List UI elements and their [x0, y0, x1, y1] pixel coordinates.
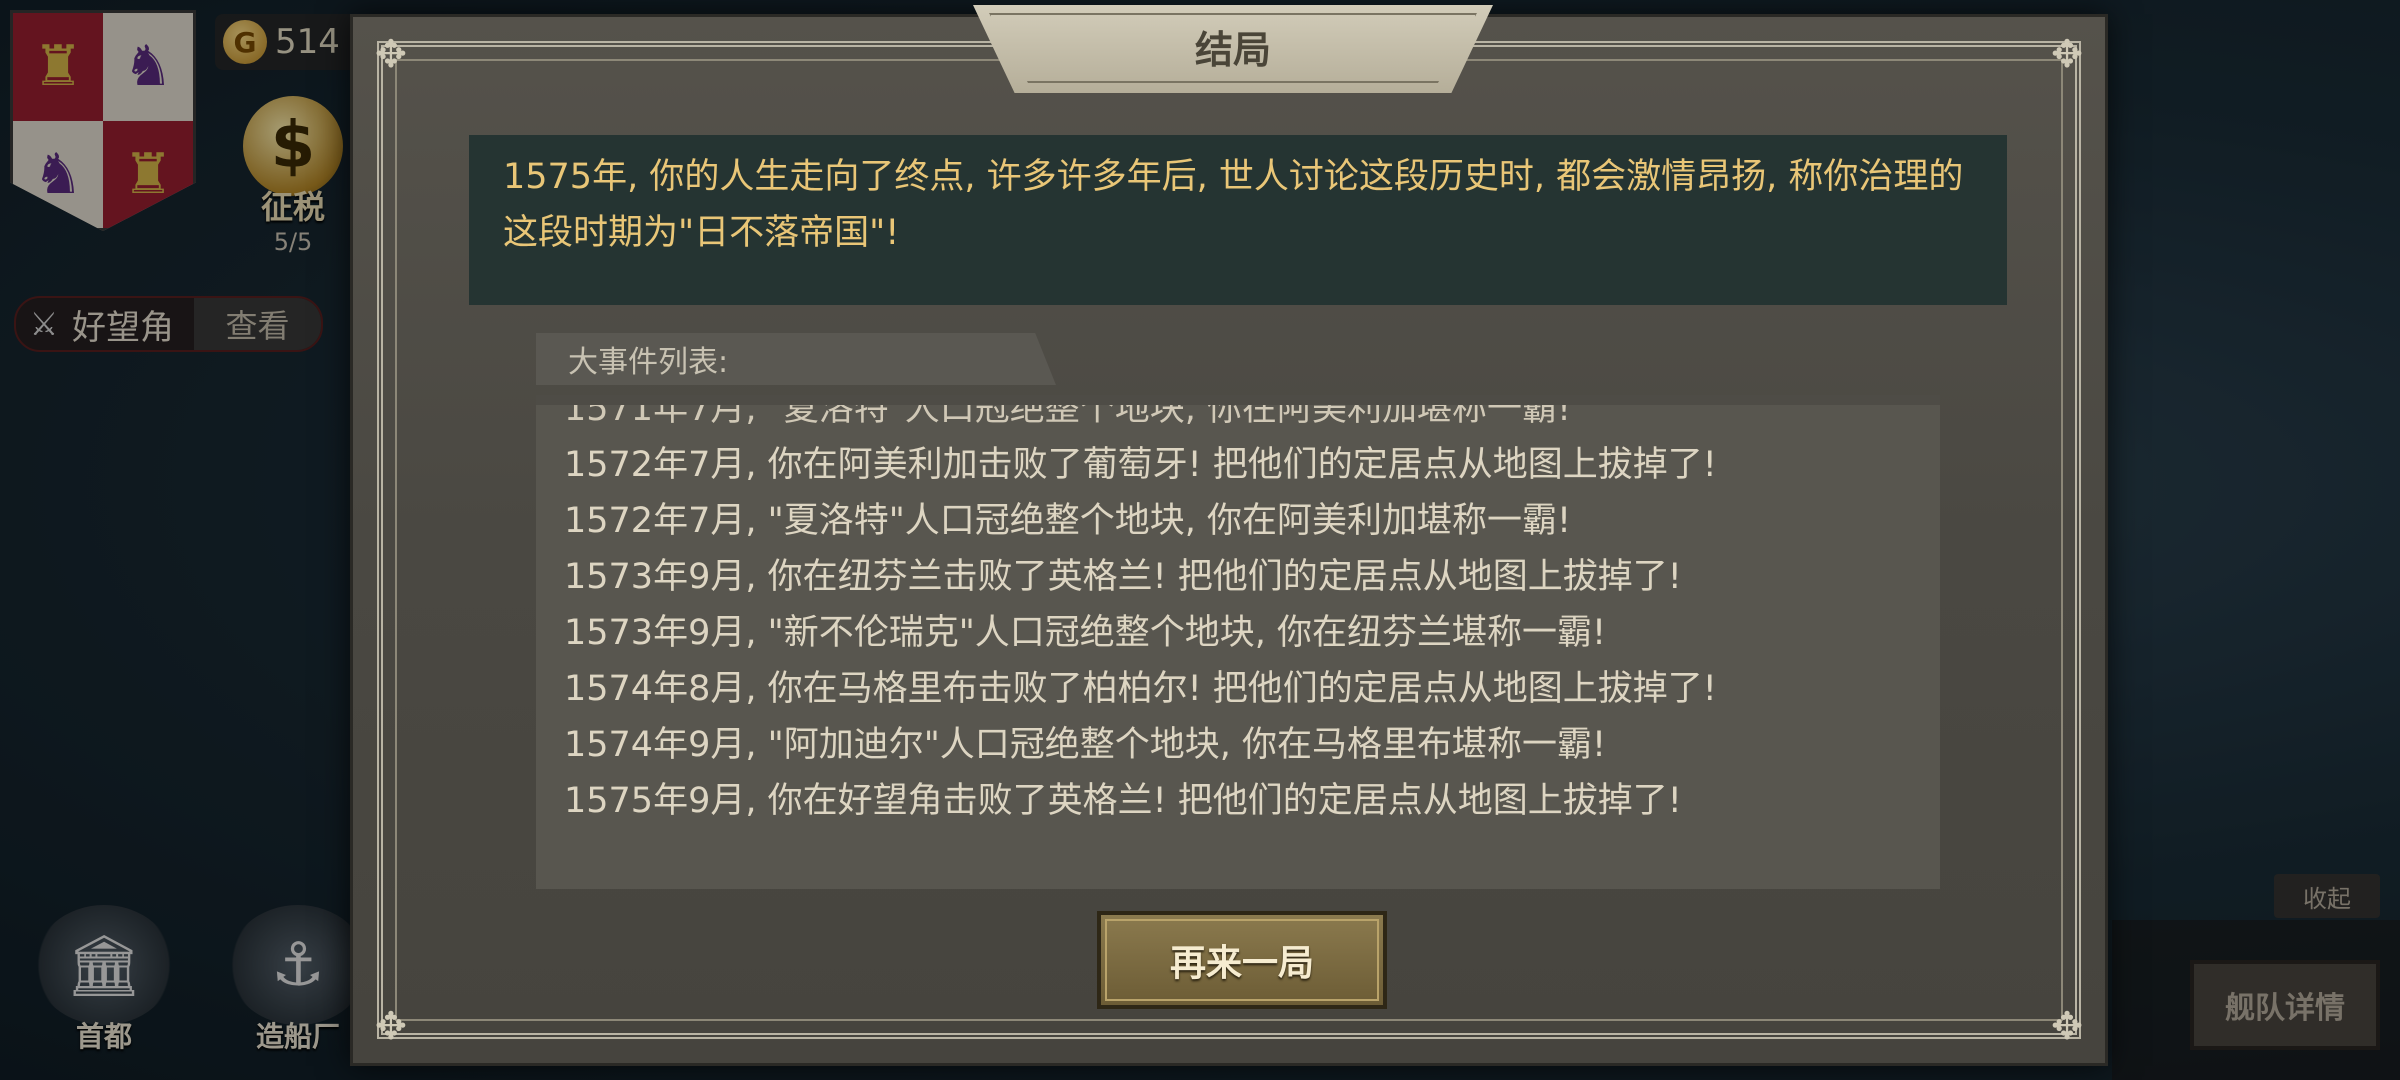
lion-icon: ♞ [103, 13, 193, 121]
list-item: 1573年9月, "新不伦瑞克"人口冠绝整个地块, 你在纽芬兰堪称一霸! [564, 613, 1607, 653]
capital-label: 首都 [75, 1020, 132, 1053]
capital-button[interactable]: 🏛 首都 [34, 905, 174, 1055]
ending-summary: 1575年, 你的人生走向了终点, 许多许多年后, 世人讨论这段历史时, 都会激… [469, 135, 2007, 305]
gold-coin-icon: G [223, 20, 267, 64]
tax-button[interactable]: $ 征税 5/5 [238, 96, 348, 266]
nation-crest[interactable]: ♜ ♞ ♞ ♜ [10, 10, 196, 231]
ornament-corner-icon: ✥ [2051, 1004, 2083, 1048]
crossed-swords-icon: ⚔ [29, 305, 59, 343]
ornament-corner-icon: ✥ [375, 32, 407, 76]
ornament-corner-icon: ✥ [2051, 32, 2083, 76]
location-name: 好望角 [72, 307, 174, 348]
restart-button[interactable]: 再来一局 [1097, 911, 1387, 1009]
shipyard-crane-icon: ⚓ [228, 905, 368, 1025]
location-pill[interactable]: ⚔ 好望角 查看 [14, 296, 323, 352]
tax-count: 5/5 [273, 228, 313, 256]
gold-counter: G 514 [215, 14, 365, 70]
capital-building-icon: 🏛 [34, 905, 174, 1025]
dialog-title-plate: 结局 [973, 5, 1493, 93]
list-item: 1571年7月, "夏洛特"人口冠绝整个地块, 你在阿美利加堪称一霸! [564, 395, 1572, 429]
dollar-icon: $ [243, 96, 343, 196]
dialog-title: 结局 [1194, 27, 1271, 72]
castle-icon: ♜ [13, 13, 103, 121]
fleet-details-button[interactable]: 舰队详情 [2190, 960, 2380, 1050]
events-list[interactable]: 1571年7月, "夏洛特"人口冠绝整个地块, 你在阿美利加堪称一霸! 1572… [536, 395, 1940, 889]
list-item: 1575年9月, 你在好望角击败了英格兰! 把他们的定居点从地图上拔掉了! [564, 781, 1682, 821]
list-item: 1573年9月, 你在纽芬兰击败了英格兰! 把他们的定居点从地图上拔掉了! [564, 557, 1682, 597]
list-item: 1572年7月, "夏洛特"人口冠绝整个地块, 你在阿美利加堪称一霸! [564, 501, 1572, 541]
ending-dialog: ✥ ✥ ✥ ✥ 结局 1575年, 你的人生走向了终点, 许多许多年后, 世人讨… [350, 5, 2108, 1066]
lion-icon: ♞ [13, 120, 103, 228]
castle-icon: ♜ [103, 120, 193, 228]
ornament-corner-icon: ✥ [375, 1004, 407, 1048]
list-item: 1574年9月, "阿加迪尔"人口冠绝整个地块, 你在马格里布堪称一霸! [564, 725, 1607, 765]
tax-label: 征税 [260, 188, 325, 226]
list-item: 1572年7月, 你在阿美利加击败了葡萄牙! 把他们的定居点从地图上拔掉了! [564, 445, 1717, 485]
collapse-button[interactable]: 收起 [2274, 874, 2380, 918]
view-button[interactable]: 查看 [194, 298, 321, 350]
shipyard-button[interactable]: ⚓ 造船厂 [228, 905, 368, 1055]
gold-value: 514 [275, 22, 340, 62]
events-list-label: 大事件列表: [536, 333, 1056, 385]
shipyard-label: 造船厂 [255, 1020, 340, 1053]
list-item: 1574年8月, 你在马格里布击败了柏柏尔! 把他们的定居点从地图上拔掉了! [564, 669, 1717, 709]
